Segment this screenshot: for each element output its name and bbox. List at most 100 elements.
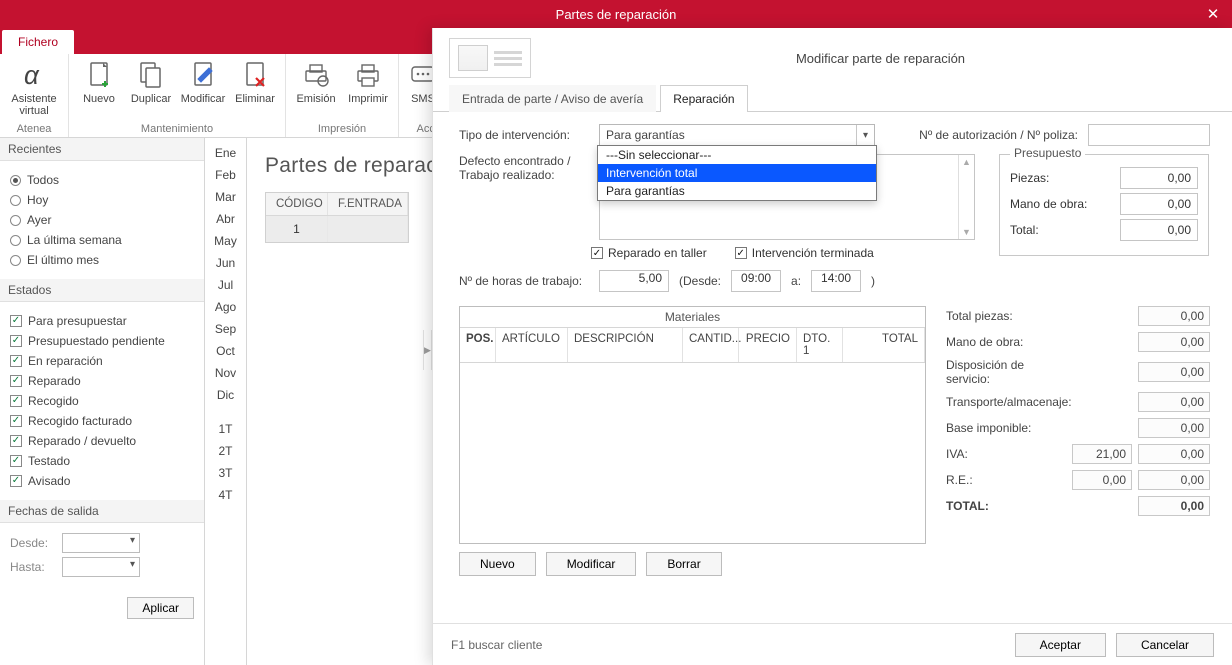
option-label: Recogido facturado [28,414,132,428]
presup-value[interactable]: 0,00 [1120,219,1198,241]
estado-option[interactable]: Reparado / devuelto [10,434,194,448]
dropdown-option[interactable]: Intervención total [598,164,876,182]
total-label: R.E.: [946,473,1066,487]
col-fentrada[interactable]: F.ENTRADA [328,193,408,215]
records-table: CÓDIGO F.ENTRADA 1 [265,192,409,243]
material-modificar-button[interactable]: Modificar [546,552,637,576]
total-extra-input[interactable]: 0,00 [1072,470,1132,490]
modal-modificar-parte: Modificar parte de reparación Entrada de… [432,28,1232,665]
month-item[interactable]: Abr [205,208,246,230]
reciente-option[interactable]: El último mes [10,253,194,267]
tab-reparacion[interactable]: Reparación [660,85,747,112]
month-item[interactable]: 2T [205,440,246,462]
option-label: Hoy [27,193,48,207]
dropdown-option[interactable]: ---Sin seleccionar--- [598,146,876,164]
hasta-hora-input[interactable]: 14:00 [811,270,861,292]
estado-option[interactable]: Recogido [10,394,194,408]
page-edit-icon [186,58,220,92]
horas-input[interactable]: 5,00 [599,270,669,292]
reciente-option[interactable]: La última semana [10,233,194,247]
total-extra-input[interactable]: 21,00 [1072,444,1132,464]
modal-title: Modificar parte de reparación [545,51,1216,66]
desde-hora-input[interactable]: 09:00 [731,270,781,292]
total-value: 0,00 [1138,392,1210,412]
month-item[interactable]: Oct [205,340,246,362]
option-label: En reparación [28,354,103,368]
cancelar-button[interactable]: Cancelar [1116,633,1214,657]
month-item[interactable]: May [205,230,246,252]
reciente-option[interactable]: Ayer [10,213,194,227]
estado-option[interactable]: En reparación [10,354,194,368]
month-item[interactable]: 1T [205,418,246,440]
a-label: a: [791,274,801,288]
desde-date-combo[interactable] [62,533,140,553]
month-item[interactable]: Mar [205,186,246,208]
estado-option[interactable]: Avisado [10,474,194,488]
recientes-header: Recientes [0,138,204,161]
hasta-date-combo[interactable] [62,557,140,577]
month-item[interactable]: 3T [205,462,246,484]
checkbox-icon [10,395,22,407]
presup-value[interactable]: 0,00 [1120,167,1198,189]
tipo-intervencion-dropdown[interactable]: ---Sin seleccionar--- Intervención total… [597,145,877,201]
col-dto1[interactable]: DTO. 1 [797,328,843,362]
total-value: 0,00 [1138,496,1210,516]
month-item[interactable]: Jun [205,252,246,274]
month-item[interactable]: Sep [205,318,246,340]
radio-icon [10,255,21,266]
option-label: Testado [28,454,70,468]
month-item[interactable]: Ene [205,142,246,164]
option-label: Para presupuestar [28,314,127,328]
asistente-virtual-button[interactable]: α Asistente virtual [4,56,64,117]
page-duplicate-icon [134,58,168,92]
alpha-icon: α [17,58,51,92]
col-precio[interactable]: PRECIO [739,328,797,362]
dropdown-option[interactable]: Para garantías [598,182,876,200]
month-item[interactable]: 4T [205,484,246,506]
table-row[interactable]: 1 [266,216,408,242]
window-close-button[interactable]: ✕ [1194,0,1232,28]
combo-value: Para garantías [606,128,685,142]
month-item[interactable]: Jul [205,274,246,296]
month-item[interactable]: Nov [205,362,246,384]
total-value: 0,00 [1138,332,1210,352]
reciente-option[interactable]: Todos [10,173,194,187]
col-pos[interactable]: POS. [460,328,496,362]
month-item[interactable]: Dic [205,384,246,406]
splitter-handle[interactable]: ▶ [423,330,432,370]
col-descripcion[interactable]: DESCRIPCIÓN [568,328,683,362]
total-label: Total piezas: [946,309,1066,323]
tipo-intervencion-combo[interactable]: Para garantías ▾ [599,124,875,146]
month-item[interactable]: Feb [205,164,246,186]
intervencion-terminada-checkbox[interactable]: Intervención terminada [735,246,874,260]
col-total[interactable]: TOTAL [843,328,925,362]
material-nuevo-button[interactable]: Nuevo [459,552,536,576]
estado-option[interactable]: Presupuestado pendiente [10,334,194,348]
presup-label: Total: [1010,223,1039,237]
checkbox-label: Intervención terminada [752,246,874,260]
aceptar-button[interactable]: Aceptar [1015,633,1106,657]
materiales-body[interactable] [460,363,925,543]
file-tab[interactable]: Fichero [2,30,74,54]
reciente-option[interactable]: Hoy [10,193,194,207]
tab-entrada[interactable]: Entrada de parte / Aviso de avería [449,85,656,112]
auth-input[interactable] [1088,124,1210,146]
col-articulo[interactable]: ARTÍCULO [496,328,568,362]
estado-option[interactable]: Reparado [10,374,194,388]
estado-option[interactable]: Testado [10,454,194,468]
estado-option[interactable]: Recogido facturado [10,414,194,428]
total-label: Transporte/almacenaje: [946,395,1066,409]
month-item[interactable]: Ago [205,296,246,318]
chevron-down-icon: ▼ [962,227,971,237]
aplicar-button[interactable]: Aplicar [127,597,194,619]
material-borrar-button[interactable]: Borrar [646,552,721,576]
materiales-table: Materiales POS. ARTÍCULO DESCRIPCIÓN CAN… [459,306,926,544]
estado-option[interactable]: Para presupuestar [10,314,194,328]
presup-label: Piezas: [1010,171,1049,185]
col-codigo[interactable]: CÓDIGO [266,193,328,215]
reparado-taller-checkbox[interactable]: Reparado en taller [591,246,707,260]
scrollbar[interactable]: ▲▼ [958,155,974,239]
col-cantidad[interactable]: CANTID... [683,328,739,362]
radio-icon [10,195,21,206]
presup-value[interactable]: 0,00 [1120,193,1198,215]
